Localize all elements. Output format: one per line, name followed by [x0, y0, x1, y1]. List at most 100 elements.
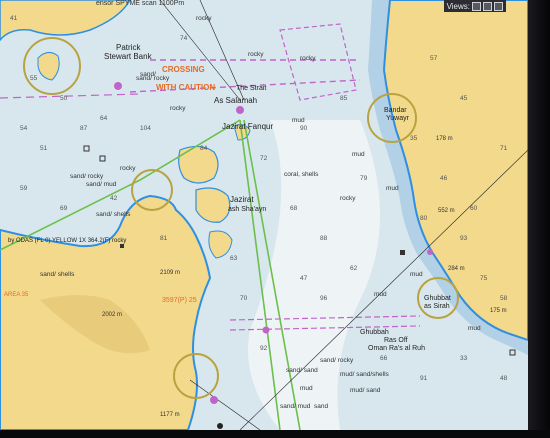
label-ghubbat: Ghubbat [424, 295, 451, 302]
height-label: 1177 m [160, 412, 180, 418]
label-stewart-bank: Stewart Bank [104, 52, 153, 61]
light-marker-west [114, 82, 122, 90]
seabed-label: mud/ sand [350, 387, 381, 394]
monitor-bezel-bottom [0, 430, 550, 438]
warning-crossing: CROSSING [162, 65, 205, 74]
seabed-label: mud [468, 325, 481, 332]
monitor-bezel-right [528, 0, 550, 438]
seabed-label: rocky [340, 195, 356, 202]
depth-sounding: 41 [10, 15, 18, 22]
label-jazirat: Jazirat [230, 195, 254, 204]
depth-sounding: 90 [300, 125, 308, 132]
nautical-chart[interactable]: Patrick Stewart Bank As Salamah Jazirat … [0, 0, 528, 430]
label-ras-off: Ras Off [384, 337, 408, 344]
depth-sounding: 68 [290, 205, 298, 212]
label-as-sirah: as Sirah [424, 303, 450, 310]
view-quad-button[interactable] [494, 1, 503, 11]
warning-with-caution: WITH CAUTION [156, 83, 215, 92]
seabed-label: mud [410, 271, 423, 278]
depth-sounding: 80 [420, 215, 428, 222]
depth-sounding: 79 [360, 175, 368, 182]
label-ghubbah: Ghubbah [360, 329, 389, 336]
depth-sounding: 92 [260, 345, 268, 352]
seabed-label: sand [314, 403, 328, 410]
buoy-symbol-3 [400, 250, 405, 255]
buoy-symbol-4 [120, 244, 124, 248]
seabed-label: mud/ sand/shells [340, 371, 390, 378]
seabed-label: sand/ mud [86, 181, 117, 188]
depth-sounding: 55 [30, 75, 38, 82]
depth-sounding: 58 [500, 295, 508, 302]
seabed-label: rocky [120, 165, 136, 172]
seabed-label: sand/ mud [280, 403, 311, 410]
light-marker-bottom [210, 396, 218, 404]
depth-sounding: 96 [320, 295, 328, 302]
seabed-label: mud [352, 151, 365, 158]
height-label: 284 m [448, 266, 465, 272]
label-ash-shasayn: ash Sha'ayn [228, 206, 266, 213]
seabed-label: sand/ rocky [70, 173, 104, 180]
depth-sounding: 93 [460, 235, 468, 242]
depth-sounding: 59 [20, 185, 28, 192]
height-label: 2109 m [160, 270, 180, 276]
depth-sounding: 63 [230, 255, 238, 262]
seabed-label: coral, shells [284, 171, 319, 178]
seabed-label: mud [374, 291, 387, 298]
depth-sounding: 74 [180, 35, 188, 42]
seabed-label: sand/ [140, 71, 156, 78]
seabed-label: mud [300, 385, 313, 392]
label-the-strait: The Strait [236, 85, 266, 92]
island-jazirat-fanqur [178, 145, 219, 184]
depth-sounding: 57 [430, 55, 438, 62]
seabed-label: rocky [248, 51, 264, 58]
depth-sounding: 62 [350, 265, 358, 272]
seabed-label: rocky [300, 55, 316, 62]
light-marker-south [262, 326, 270, 334]
seabed-label: rocky [196, 15, 212, 22]
depth-sounding: 81 [160, 235, 168, 242]
views-toolbar: Views: [443, 0, 506, 12]
depth-sounding: 46 [440, 175, 448, 182]
light-marker-salamah [236, 106, 244, 114]
view-split-button[interactable] [483, 1, 492, 11]
depth-sounding: 91 [420, 375, 428, 382]
label-yuwayr: Yuwayr [386, 115, 410, 122]
seabed-label: mud [386, 185, 399, 192]
label-area: AREA 35 [4, 292, 29, 298]
chart-screen[interactable]: Patrick Stewart Bank As Salamah Jazirat … [0, 0, 528, 430]
depth-sounding: 45 [460, 95, 468, 102]
depth-sounding: 47 [300, 275, 308, 282]
label-yellow-line: by ODAS (FL 0) YELLOW 1X 364.2(F) rocky [8, 238, 126, 244]
seabed-label: sand/ shells [96, 211, 131, 218]
top-cut-label: ensor SPYME scan 1100Pm [96, 0, 185, 7]
depth-sounding: 71 [500, 145, 508, 152]
depth-sounding: 72 [260, 155, 268, 162]
height-label: 552 m [438, 208, 455, 214]
depth-sounding: 42 [110, 195, 118, 202]
depth-sounding: 87 [80, 125, 88, 132]
depth-sounding: 69 [60, 205, 68, 212]
height-label: 175 m [490, 308, 507, 314]
label-patrick: Patrick [116, 43, 141, 52]
label-bandar: Bandar [384, 107, 407, 114]
depth-sounding: 104 [140, 125, 151, 132]
view-single-button[interactable] [472, 1, 481, 11]
seabed-label: sand/ shells [40, 271, 75, 278]
depth-sounding: 60 [470, 205, 478, 212]
depth-sounding: 50 [60, 95, 68, 102]
seabed-label: rocky [170, 105, 186, 112]
height-label: 2002 m [102, 312, 122, 318]
depth-sounding: 85 [340, 95, 348, 102]
depth-sounding: 35 [410, 135, 418, 142]
light-marker-oman [427, 249, 433, 255]
height-label: 178 m [436, 136, 453, 142]
depth-sounding: 64 [100, 115, 108, 122]
own-ship-marker[interactable] [217, 423, 223, 429]
label-jazirat-fanqur: Jazirat Fanqur [222, 122, 273, 131]
depth-sounding: 54 [20, 125, 28, 132]
depth-sounding: 84 [200, 145, 208, 152]
depth-sounding: 51 [40, 145, 48, 152]
depth-sounding: 70 [240, 295, 248, 302]
depth-sounding: 88 [320, 235, 328, 242]
seabed-label: sand/ rocky [320, 357, 354, 364]
